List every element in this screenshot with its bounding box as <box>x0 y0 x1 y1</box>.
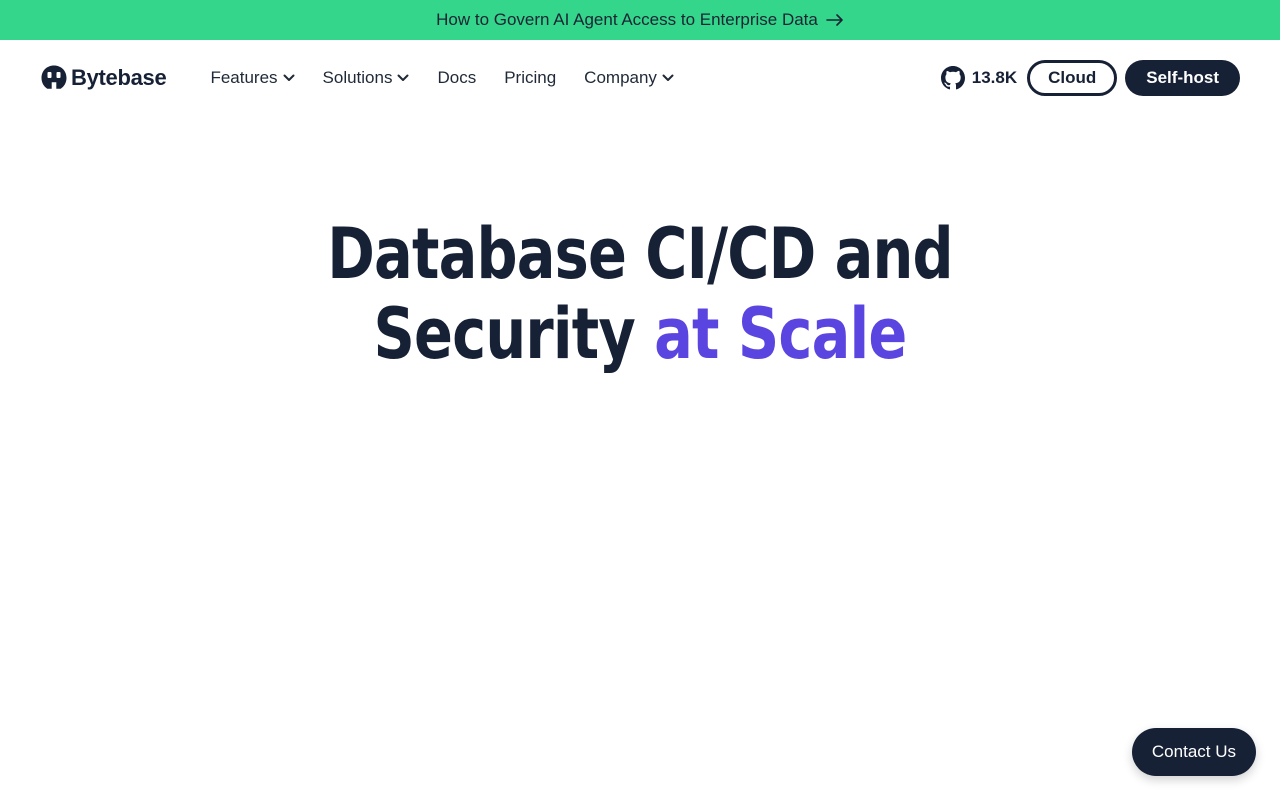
nav-item-solutions[interactable]: Solutions <box>323 68 410 88</box>
nav-item-label: Company <box>584 68 657 87</box>
hero-headline: Database CI/CD and Security at Scale <box>0 214 1280 374</box>
chevron-down-icon <box>662 74 674 82</box>
nav-item-label: Pricing <box>504 68 557 87</box>
logo-text: Bytebase <box>71 65 167 90</box>
bytebase-logo[interactable]: Bytebase <box>40 64 167 92</box>
hero-line-1: Database CI/CD and <box>327 213 953 295</box>
github-star-count: 13.8K <box>971 68 1018 87</box>
nav-item-features[interactable]: Features <box>210 68 295 88</box>
hero-accent-text: at Scale <box>654 293 907 375</box>
hero-line-2-plain: Security <box>373 293 655 375</box>
banner-text: How to Govern AI Agent Access to Enterpr… <box>436 10 818 29</box>
nav-item-label: Features <box>210 68 278 87</box>
chevron-down-icon <box>397 74 409 82</box>
announcement-banner[interactable]: How to Govern AI Agent Access to Enterpr… <box>0 0 1280 40</box>
arrow-right-icon <box>826 14 844 26</box>
bytebase-logo-icon <box>41 65 67 89</box>
github-icon <box>940 66 965 90</box>
nav-item-label: Solutions <box>322 68 393 87</box>
hero-line-2: Security at Scale <box>115 294 1165 374</box>
contact-us-button[interactable]: Contact Us <box>1131 728 1256 776</box>
chevron-down-icon <box>283 74 295 82</box>
main-menu: Features Solutions Docs Pricing Company <box>210 68 702 88</box>
nav-item-company[interactable]: Company <box>584 68 674 88</box>
cloud-button[interactable]: Cloud <box>1027 60 1118 96</box>
top-navigation: Bytebase Features Solutions Docs Pricing… <box>0 40 1280 116</box>
nav-item-pricing[interactable]: Pricing <box>504 68 556 88</box>
nav-item-docs[interactable]: Docs <box>437 68 476 88</box>
nav-actions: 13.8K Cloud Self-host <box>940 60 1240 96</box>
nav-item-label: Docs <box>437 68 477 87</box>
github-stars-link[interactable]: 13.8K <box>940 66 1018 90</box>
self-host-button[interactable]: Self-host <box>1125 60 1240 96</box>
